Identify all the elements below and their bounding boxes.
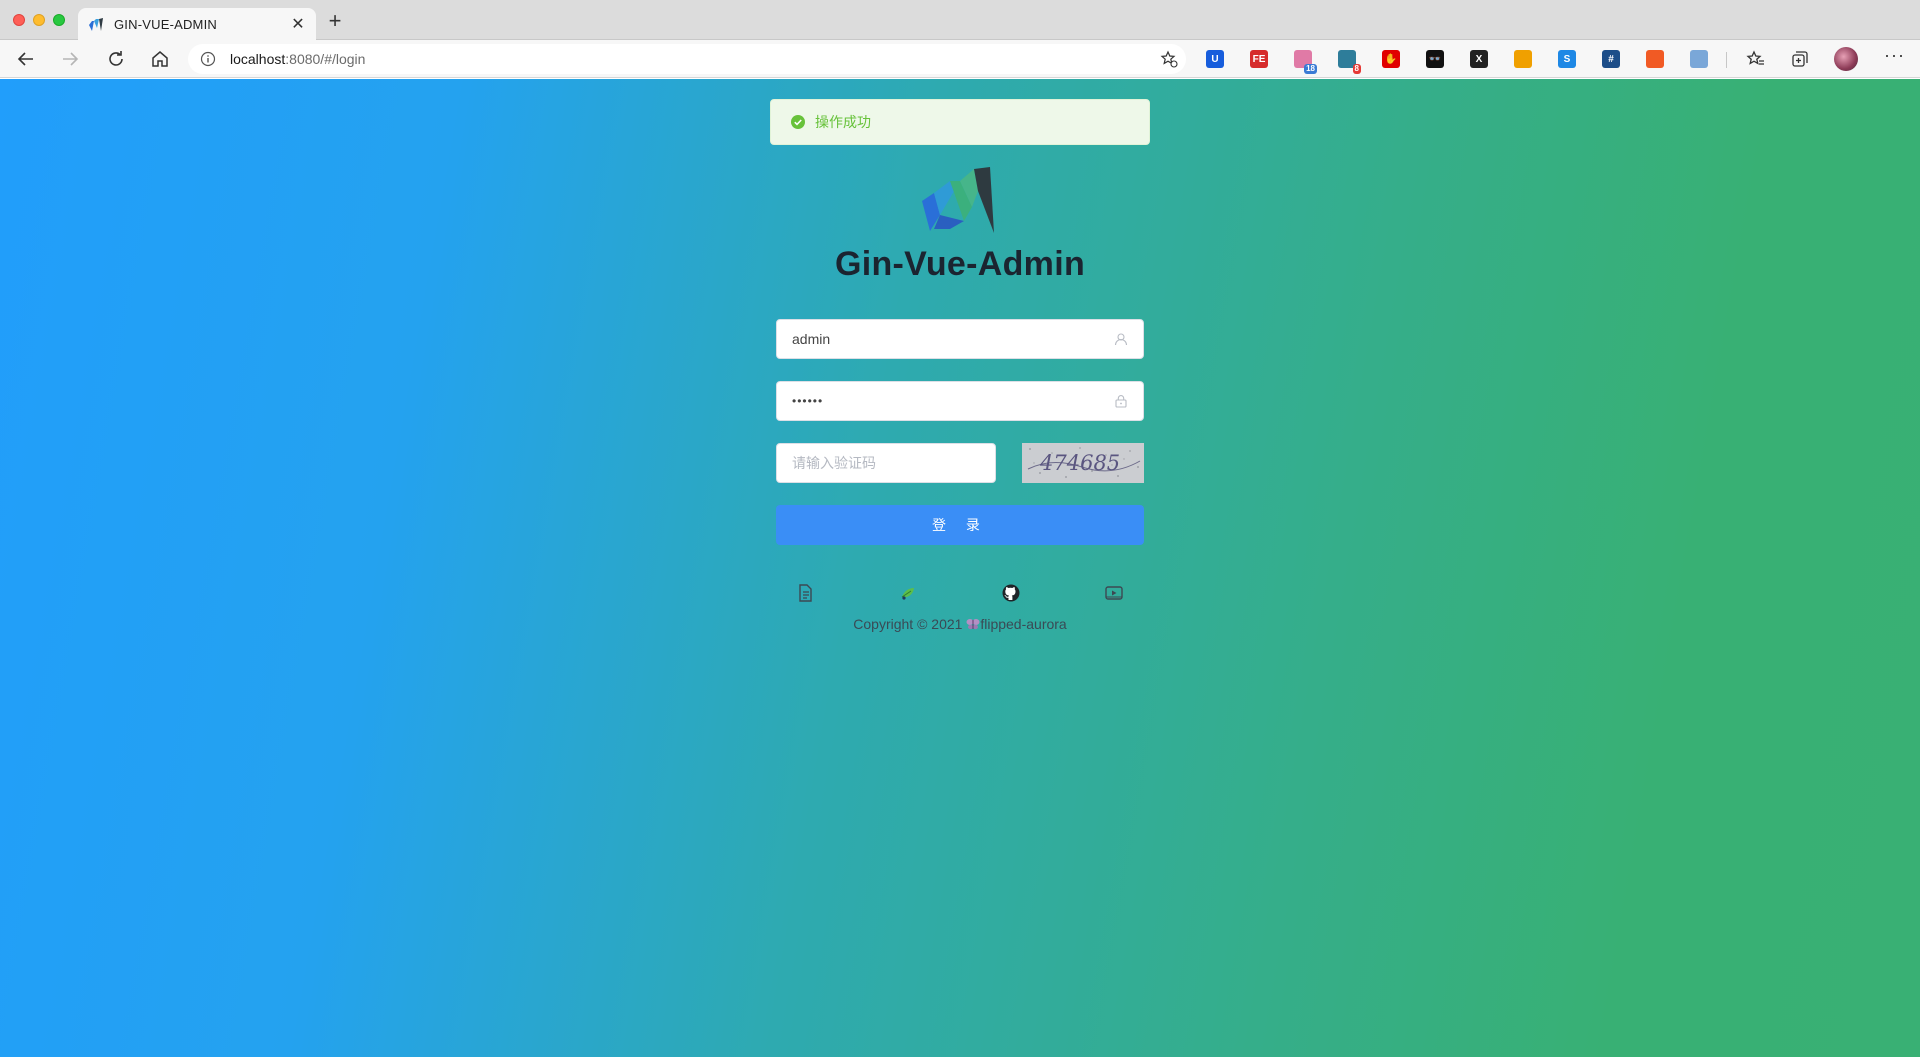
cat-badge: 18 [1304,64,1317,74]
grid-extension-badge: 8 [1352,64,1361,74]
colorful-grid-icon[interactable] [1514,50,1532,68]
more-menu-icon[interactable]: ··· [1884,45,1905,66]
login-button[interactable]: 登 录 [776,505,1144,545]
brand-title: Gin-Vue-Admin [834,245,1086,283]
browser-toolbar: localhost:8080/#/login U FE 18 8 ✋ 👓 X S # [0,40,1920,78]
fe-helper-icon[interactable]: FE [1250,50,1268,68]
browser-titlebar: GIN-VUE-ADMIN ✕ + [0,0,1920,40]
toast-message: 操作成功 [815,114,871,130]
close-window-button[interactable] [13,14,25,26]
tab-close-icon[interactable]: ✕ [290,14,306,34]
pin-extension-icon[interactable] [1690,50,1708,68]
bitwarden-icon[interactable]: U [1206,50,1224,68]
captcha-code: 474685 [1039,451,1120,475]
lock-icon [1115,395,1127,408]
username-input[interactable]: admin [792,331,1114,347]
tab-title: GIN-VUE-ADMIN [114,16,217,32]
forward-arrow-icon[interactable] [60,49,82,69]
captcha-field[interactable]: 请输入验证码 [776,443,996,483]
github-icon[interactable] [1001,583,1021,603]
password-input[interactable]: •••••• [792,394,1114,408]
plugin-leaf-icon[interactable] [898,583,918,603]
tab-gin-vue-admin[interactable]: GIN-VUE-ADMIN ✕ [78,8,316,40]
tree-extension-icon[interactable] [1646,50,1664,68]
check-circle-icon [791,115,805,129]
hash-extension-icon[interactable]: # [1602,50,1620,68]
gva-favicon-icon [89,18,103,31]
back-arrow-icon[interactable] [16,49,38,69]
site-info-icon[interactable] [200,51,216,67]
adblock-icon[interactable]: ✋ [1382,50,1400,68]
url-text: localhost:8080/#/login [230,51,366,67]
butterfly-icon [966,619,980,630]
zoom-window-button[interactable] [53,14,65,26]
reload-icon[interactable] [106,49,128,69]
video-icon[interactable] [1104,583,1124,603]
org-link[interactable]: flipped-aurora [980,616,1066,632]
new-tab-button[interactable]: + [324,10,346,32]
grid-extension-icon[interactable]: 8 [1338,50,1361,74]
collections-icon[interactable] [1790,49,1812,69]
x-extension-icon[interactable]: X [1470,50,1488,68]
address-bar[interactable]: localhost:8080/#/login [188,44,1186,74]
gin-vue-admin-logo [922,167,994,233]
home-icon[interactable] [150,49,172,69]
add-favorite-icon[interactable] [1160,50,1178,68]
favorites-icon[interactable] [1746,49,1768,69]
username-field[interactable]: admin [776,319,1144,359]
captcha-graphic: 474685 [1022,443,1144,483]
s-extension-icon[interactable]: S [1558,50,1576,68]
minimize-window-button[interactable] [33,14,45,26]
copyright-label: Copyright © 2021 [853,616,963,632]
login-page: 操作成功 Gin-Vue-Admin admin •••••• 请输入验证码 4… [0,79,1920,1057]
cat-icon[interactable]: 18 [1294,50,1317,74]
captcha-image[interactable]: 474685 [1022,443,1144,483]
user-icon [1114,333,1128,346]
password-field[interactable]: •••••• [776,381,1144,421]
docs-icon[interactable] [795,583,815,603]
toolbar-divider [1726,52,1727,68]
profile-avatar[interactable] [1834,47,1858,71]
copyright-text: Copyright © 2021 flipped-aurora [760,616,1160,632]
glasses-icon[interactable]: 👓 [1426,50,1444,68]
success-toast: 操作成功 [770,99,1150,145]
captcha-input[interactable]: 请输入验证码 [792,453,980,473]
